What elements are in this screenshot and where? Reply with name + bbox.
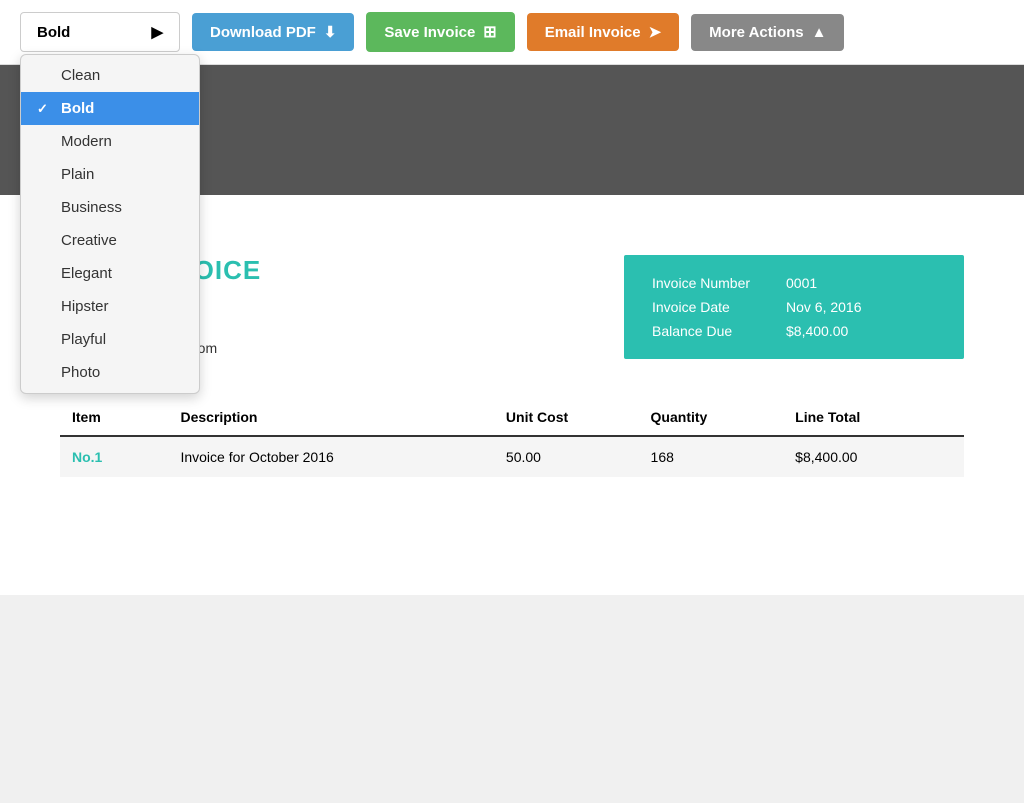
table-header-row: Item Description Unit Cost Quantity Line… xyxy=(60,399,964,436)
dropdown-item-business[interactable]: Business xyxy=(21,191,199,224)
dropdown-item-label: Bold xyxy=(61,100,94,117)
dropdown-item-label: Modern xyxy=(61,133,112,150)
cell-item: No.1 xyxy=(60,436,168,477)
invoice-meta-box: Invoice Number 0001 Invoice Date Nov 6, … xyxy=(624,255,964,359)
dropdown-item-creative[interactable]: Creative xyxy=(21,224,199,257)
balance-label: Balance Due xyxy=(652,323,762,339)
dropdown-item-label: Clean xyxy=(61,67,100,84)
dropdown-item-elegant[interactable]: Elegant xyxy=(21,257,199,290)
col-header-quantity: Quantity xyxy=(639,399,784,436)
dropdown-item-label: Playful xyxy=(61,331,106,348)
dropdown-item-clean[interactable]: Clean xyxy=(21,59,199,92)
meta-balance-row: Balance Due $8,400.00 xyxy=(652,323,936,339)
invoice-table: Item Description Unit Cost Quantity Line… xyxy=(60,399,964,477)
number-value: 0001 xyxy=(786,275,817,291)
dropdown-item-label: Hipster xyxy=(61,298,109,315)
dropdown-item-modern[interactable]: Modern xyxy=(21,125,199,158)
email-invoice-label: Email Invoice xyxy=(545,24,641,41)
chevron-right-icon: ▶ xyxy=(151,23,163,41)
more-actions-label: More Actions xyxy=(709,24,803,41)
template-dropdown-button[interactable]: Bold ▶ xyxy=(20,12,180,52)
caret-icon: ▲ xyxy=(812,24,827,41)
dropdown-item-label: Plain xyxy=(61,166,94,183)
balance-value: $8,400.00 xyxy=(786,323,848,339)
send-icon: ➤ xyxy=(649,23,662,41)
dropdown-item-photo[interactable]: Photo xyxy=(21,356,199,389)
template-selected-label: Bold xyxy=(37,24,70,41)
download-pdf-label: Download PDF xyxy=(210,24,316,41)
col-header-item: Item xyxy=(60,399,168,436)
col-header-description: Description xyxy=(168,399,493,436)
save-invoice-button[interactable]: Save Invoice ⊞ xyxy=(366,12,514,52)
save-invoice-label: Save Invoice xyxy=(384,24,475,41)
meta-date-row: Invoice Date Nov 6, 2016 xyxy=(652,299,936,315)
save-icon: ⊞ xyxy=(483,22,496,42)
table-row: No.1Invoice for October 201650.00168$8,4… xyxy=(60,436,964,477)
template-dropdown-menu: Clean ✓ Bold Modern Plain Business Creative Ele… xyxy=(20,54,200,394)
col-header-unit-cost: Unit Cost xyxy=(494,399,639,436)
cell-line-total: $8,400.00 xyxy=(783,436,964,477)
dropdown-item-playful[interactable]: Playful xyxy=(21,323,199,356)
date-value: Nov 6, 2016 xyxy=(786,299,862,315)
dropdown-item-label: Business xyxy=(61,199,122,216)
toolbar: Bold ▶ Clean✓BoldModernPlainBusinessCrea… xyxy=(0,0,1024,65)
dropdown-item-label: Elegant xyxy=(61,265,112,282)
cell-description: Invoice for October 2016 xyxy=(168,436,493,477)
table-body: No.1Invoice for October 201650.00168$8,4… xyxy=(60,436,964,477)
dropdown-item-hipster[interactable]: Hipster xyxy=(21,290,199,323)
number-label: Invoice Number xyxy=(652,275,762,291)
cell-quantity: 168 xyxy=(639,436,784,477)
date-label: Invoice Date xyxy=(652,299,762,315)
dropdown-item-bold[interactable]: ✓ Bold xyxy=(21,92,199,125)
download-icon: ⬇ xyxy=(324,23,337,41)
check-icon: ✓ xyxy=(37,101,53,117)
dropdown-item-label: Photo xyxy=(61,364,100,381)
dropdown-item-label: Creative xyxy=(61,232,117,249)
dropdown-item-plain[interactable]: Plain xyxy=(21,158,199,191)
cell-unit-cost: 50.00 xyxy=(494,436,639,477)
template-selector[interactable]: Bold ▶ Clean✓BoldModernPlainBusinessCrea… xyxy=(20,12,180,52)
meta-number-row: Invoice Number 0001 xyxy=(652,275,936,291)
email-invoice-button[interactable]: Email Invoice ➤ xyxy=(527,13,679,51)
more-actions-button[interactable]: More Actions ▲ xyxy=(691,14,844,51)
download-pdf-button[interactable]: Download PDF ⬇ xyxy=(192,13,354,51)
col-header-line-total: Line Total xyxy=(783,399,964,436)
table-header: Item Description Unit Cost Quantity Line… xyxy=(60,399,964,436)
